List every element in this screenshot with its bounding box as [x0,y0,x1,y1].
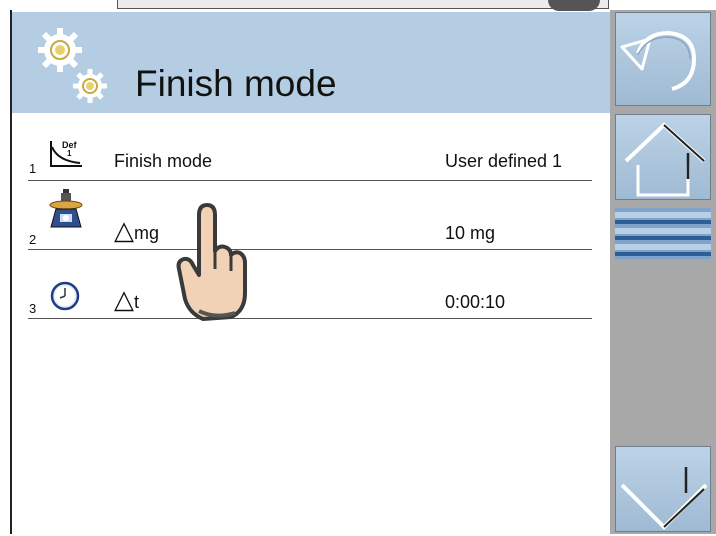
row-index: 1 [29,161,37,176]
list-item-finish-mode[interactable]: 1 Def 1 Finish mode User defined 1 [12,133,592,181]
arrow-down-icon [620,467,708,530]
row-divider [28,249,592,250]
list-item-delta-mg[interactable]: 2 △mg 10 mg [12,181,592,251]
svg-text:1: 1 [67,149,72,158]
list-item-delta-t[interactable]: 3 △t 0:00:10 [12,251,592,321]
row-label-delta: △t [114,284,139,315]
down-button[interactable] [615,446,711,532]
delta-symbol: △ [114,284,134,314]
row-label: Finish mode [114,151,213,171]
home-button[interactable] [615,114,711,200]
back-button[interactable] [615,12,711,106]
settings-list: 1 Def 1 Finish mode User defined 1 2 △mg… [12,113,610,534]
header-bar: Finish mode [12,12,610,113]
row-value: 10 mg [445,223,496,243]
delta-symbol: △ [114,215,134,245]
row-index: 2 [29,232,37,247]
page-title: Finish mode [135,63,337,104]
clock-icon [50,281,80,311]
scrollbar-track [615,208,711,259]
hand-pointer-icon [176,203,247,321]
home-icon [624,122,706,197]
delta-unit: t [134,292,140,312]
row-label-delta: △mg [114,215,159,246]
scrollbar[interactable] [615,208,711,259]
undo-arrow-icon [620,30,697,91]
side-panel [610,10,716,534]
row-divider [28,318,592,319]
row-value: 0:00:10 [445,292,506,312]
def-curve-icon: Def 1 [50,140,82,167]
delta-unit: mg [134,223,160,243]
top-strip [117,0,609,9]
balance-weight-icon [49,189,83,228]
row-index: 3 [29,301,37,316]
row-value: User defined 1 [445,151,563,171]
gears-icon [38,28,107,103]
